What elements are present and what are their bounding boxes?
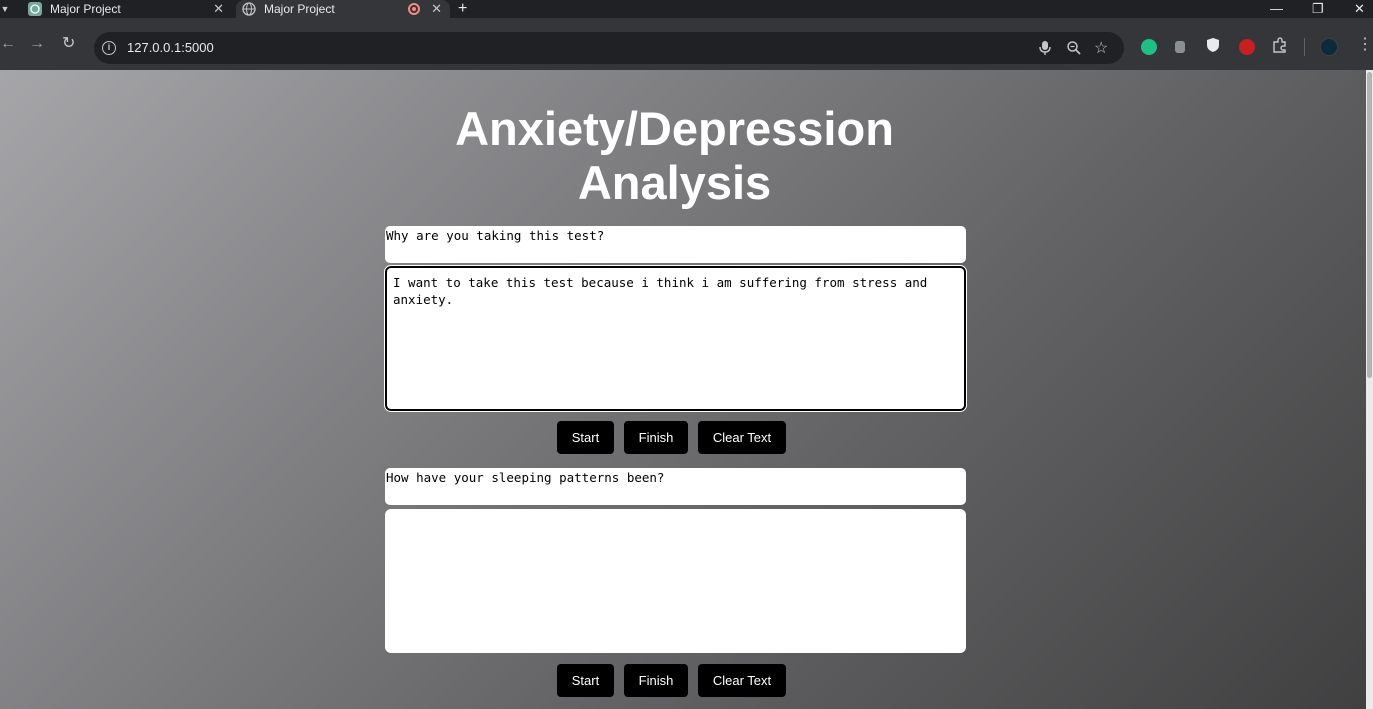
globe-icon	[242, 2, 256, 16]
extension-grammarly-icon[interactable]	[1141, 39, 1157, 55]
extensions-puzzle-icon[interactable]	[1272, 37, 1288, 53]
restore-icon[interactable]: ❐	[1312, 0, 1324, 17]
window-close-icon[interactable]: ✕	[1354, 0, 1365, 17]
tab-close-icon[interactable]: ✕	[213, 0, 224, 18]
clear-text-button-1[interactable]: Clear Text	[698, 421, 786, 454]
toolbar-divider	[1304, 38, 1305, 56]
back-icon[interactable]: ←	[0, 36, 16, 52]
recording-indicator-icon	[408, 3, 420, 15]
answer-textarea-1[interactable]: I want to take this test because i think…	[384, 265, 967, 412]
question-field-1[interactable]: Why are you taking this test?	[385, 226, 966, 263]
tab-title: Major Project	[264, 2, 335, 16]
forward-icon[interactable]: →	[29, 36, 45, 52]
tab-strip: ▼ Major Project ✕ Major Project ✕ + — ❐ …	[0, 0, 1373, 18]
page-title: Anxiety/Depression Analysis	[383, 102, 966, 210]
tab-major-project-2[interactable]: Major Project ✕	[236, 0, 450, 18]
minimize-icon[interactable]: —	[1270, 0, 1283, 17]
scrollbar-thumb[interactable]	[1367, 72, 1372, 378]
page-content: Anxiety/Depression Analysis Why are you …	[0, 70, 1366, 709]
new-tab-button[interactable]: +	[458, 0, 467, 17]
start-button-1[interactable]: Start	[557, 421, 614, 454]
question-field-2[interactable]: How have your sleeping patterns been?	[385, 468, 966, 505]
browser-toolbar: ← → ↻ i 127.0.0.1:5000 ☆ ⋮	[0, 18, 1373, 70]
shield-extension-icon[interactable]	[1206, 37, 1220, 53]
ublock-origin-icon[interactable]	[1239, 39, 1255, 55]
page-title-line2: Analysis	[577, 156, 772, 209]
zoom-icon[interactable]	[1066, 40, 1082, 56]
address-bar[interactable]: i 127.0.0.1:5000 ☆	[94, 32, 1124, 64]
profile-avatar[interactable]	[1320, 38, 1338, 56]
bookmark-star-icon[interactable]: ☆	[1094, 38, 1108, 58]
page-title-line1: Anxiety/Depression	[455, 102, 894, 155]
clear-text-button-2[interactable]: Clear Text	[698, 664, 786, 697]
url-text[interactable]: 127.0.0.1:5000	[127, 40, 214, 55]
page-scrollbar[interactable]	[1366, 70, 1373, 709]
answer-textarea-2[interactable]	[385, 509, 966, 653]
microphone-icon[interactable]	[1038, 40, 1052, 56]
finish-button-1[interactable]: Finish	[624, 421, 688, 454]
start-button-2[interactable]: Start	[557, 664, 614, 697]
tab-search-icon[interactable]: ▼	[0, 2, 10, 16]
tab-close-icon[interactable]: ✕	[431, 0, 442, 18]
chatgpt-favicon-icon	[28, 2, 42, 16]
extension-icon[interactable]	[1175, 41, 1185, 53]
browser-menu-icon[interactable]: ⋮	[1357, 37, 1373, 53]
tab-major-project-1[interactable]: Major Project ✕	[22, 0, 232, 18]
reload-icon[interactable]: ↻	[62, 36, 75, 52]
finish-button-2[interactable]: Finish	[624, 664, 688, 697]
site-info-icon[interactable]: i	[102, 41, 116, 55]
tab-title: Major Project	[50, 2, 121, 16]
